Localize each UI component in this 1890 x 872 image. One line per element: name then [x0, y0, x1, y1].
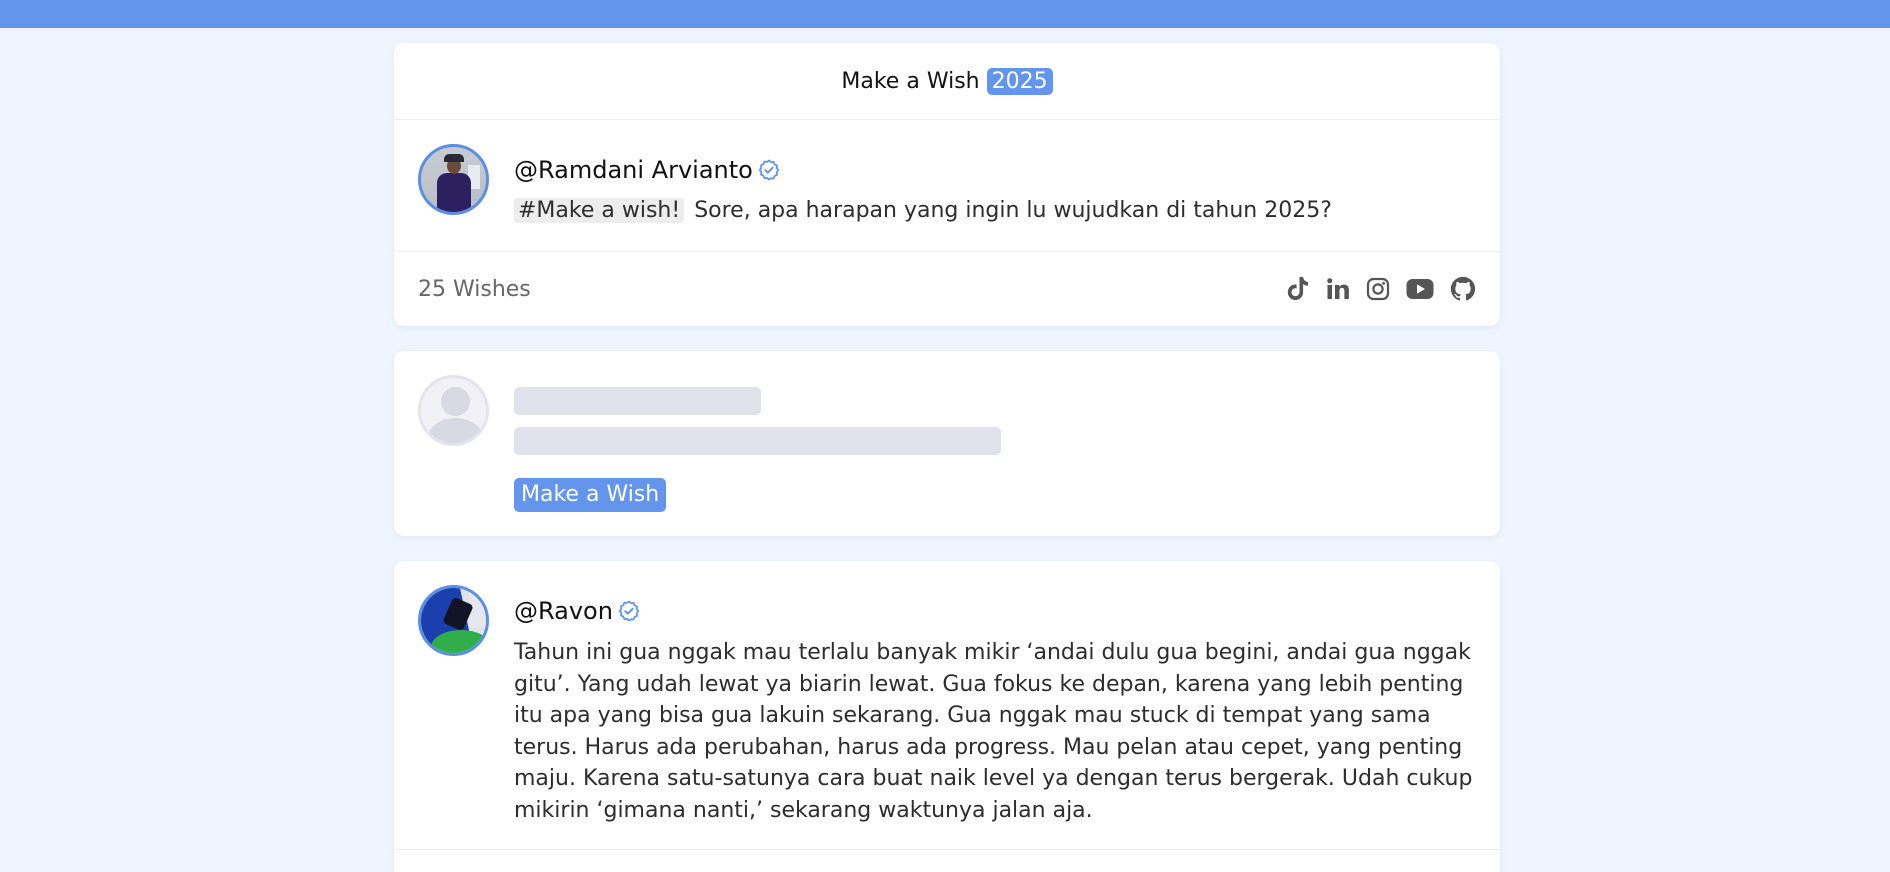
year-badge: 2025	[986, 67, 1053, 95]
wish-text: Tahun ini gua nggak mau terlalu banyak m…	[514, 640, 1473, 823]
verified-badge-icon	[618, 600, 640, 622]
page-title-text: Make a Wish	[841, 68, 980, 94]
main-post-card: Make a Wish 2025 @Ramdani Arvianto #Make…	[394, 43, 1500, 326]
post-username[interactable]: @Ramdani Arvianto	[514, 156, 781, 184]
post-username[interactable]: @Ravon	[514, 597, 641, 625]
main-post: @Ramdani Arvianto #Make a wish! Sore, ap…	[394, 120, 1500, 252]
username-text: @Ramdani Arvianto	[514, 156, 753, 184]
wish-card: @Ravon Tahun ini gua nggak mau terlalu b…	[394, 561, 1500, 872]
user-silhouette-icon	[441, 387, 470, 416]
skeleton-line	[514, 387, 761, 415]
stats-bar: 25 Wishes	[394, 252, 1500, 326]
hashtag[interactable]: #Make a wish!	[514, 198, 685, 223]
github-icon[interactable]	[1450, 276, 1476, 302]
placeholder-avatar	[418, 375, 489, 446]
compose-card: Make a Wish	[394, 351, 1500, 536]
skeleton-line	[514, 427, 1001, 455]
post-text: #Make a wish! Sore, apa harapan yang ing…	[514, 198, 1332, 223]
tiktok-icon[interactable]	[1286, 276, 1310, 302]
make-a-wish-button[interactable]: Make a Wish	[514, 478, 667, 512]
avatar[interactable]	[418, 585, 489, 656]
youtube-icon[interactable]	[1406, 278, 1434, 300]
page-title: Make a Wish 2025	[394, 43, 1500, 120]
wish-count: 25 Wishes	[418, 276, 531, 302]
verified-badge-icon	[758, 159, 780, 181]
divider	[394, 849, 1500, 850]
username-text: @Ravon	[514, 597, 613, 625]
top-bar	[0, 0, 1890, 28]
linkedin-icon[interactable]	[1326, 277, 1350, 301]
instagram-icon[interactable]	[1366, 277, 1390, 301]
post-body: Sore, apa harapan yang ingin lu wujudkan…	[694, 198, 1332, 223]
social-links	[1286, 276, 1476, 302]
avatar[interactable]	[418, 144, 489, 215]
